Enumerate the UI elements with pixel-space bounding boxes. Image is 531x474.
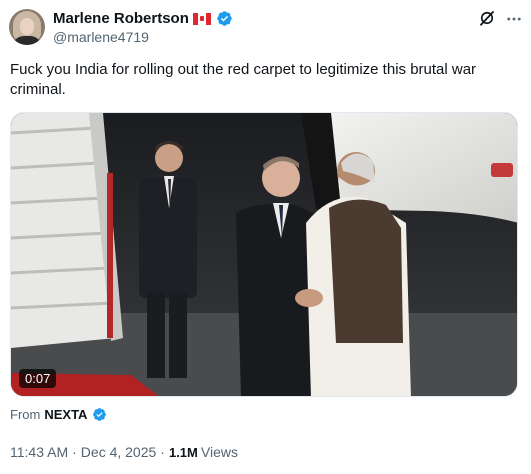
tweet-time[interactable]: 11:43 AM [10,444,68,460]
grok-icon[interactable] [478,9,496,27]
attribution-prefix: From [10,407,41,422]
verified-badge-icon [217,11,232,26]
meta-separator: · [160,444,165,460]
author-name-row: Marlene Robertson [53,10,233,27]
tweet-date[interactable]: Dec 4, 2025 [81,444,157,460]
meta-separator: · [72,444,77,460]
attribution-row: From NEXTA [10,407,107,422]
author-handle[interactable]: @marlene4719 [53,29,149,45]
canada-flag-icon [192,12,211,25]
views-label: Views [200,444,238,460]
more-horizontal-icon[interactable] [504,10,524,28]
views-count: 1.1M [168,444,198,460]
avatar[interactable] [9,9,45,45]
author-display-name[interactable]: Marlene Robertson [53,10,189,27]
video-duration-badge: 0:07 [19,369,57,388]
tweet-text: Fuck you India for rolling out the red c… [10,61,477,98]
verified-badge-icon [93,408,107,421]
video-frame [11,113,517,396]
tweet-meta-row: 11:43 AM · Dec 4, 2025 · 1.1M Views [10,444,238,460]
video-player[interactable]: 0:07 [10,112,518,397]
attribution-source-link[interactable]: NEXTA [44,407,87,422]
